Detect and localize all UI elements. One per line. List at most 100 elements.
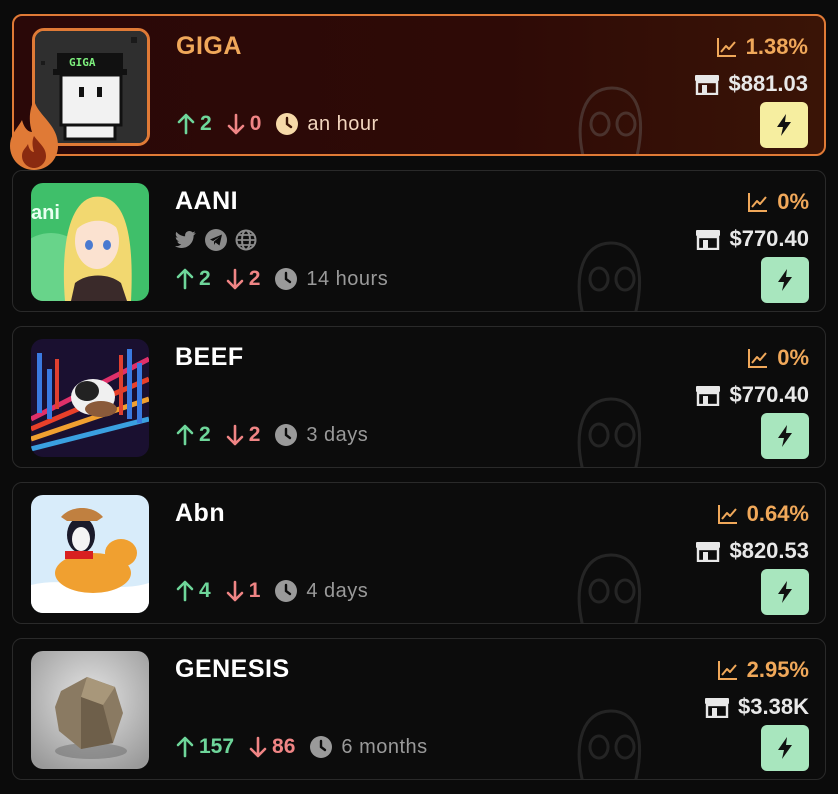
token-stats: 4 1 4 days bbox=[175, 579, 368, 603]
store-icon bbox=[696, 386, 721, 406]
quick-buy-button[interactable] bbox=[761, 725, 809, 771]
quick-buy-button[interactable] bbox=[761, 413, 809, 459]
lightning-icon bbox=[778, 425, 792, 447]
lightning-icon bbox=[778, 581, 792, 603]
token-metrics: 2.95% $3.38K bbox=[704, 653, 809, 727]
arrow-up-icon bbox=[177, 113, 195, 135]
market-cap: $3.38K bbox=[704, 687, 809, 727]
ghost-watermark-icon bbox=[578, 86, 642, 154]
token-name[interactable]: GIGA bbox=[176, 32, 242, 61]
ghost-watermark-icon bbox=[577, 241, 641, 311]
token-card-genesis[interactable]: GENESIS 157 86 6 months 2.95% $3.38K bbox=[12, 638, 826, 780]
store-icon bbox=[696, 542, 721, 562]
upvote-count: 2 bbox=[200, 112, 212, 135]
arrow-down-icon bbox=[249, 736, 267, 758]
ghost-watermark-icon bbox=[577, 709, 641, 779]
store-icon bbox=[705, 698, 730, 718]
globe-icon[interactable] bbox=[235, 229, 257, 251]
price-change-value: 1.38% bbox=[745, 34, 808, 59]
ghost-watermark-icon bbox=[577, 553, 641, 623]
arrow-up-icon bbox=[176, 424, 194, 446]
lightning-icon bbox=[778, 737, 792, 759]
upvotes[interactable]: 2 bbox=[175, 267, 211, 291]
time-text: 4 days bbox=[306, 579, 369, 602]
arrow-down-icon bbox=[226, 580, 243, 602]
upvote-count: 157 bbox=[199, 735, 235, 758]
price-change: 0.64% bbox=[695, 497, 809, 531]
downvotes[interactable]: 86 bbox=[248, 735, 295, 759]
token-name[interactable]: Abn bbox=[175, 499, 225, 528]
token-name[interactable]: BEEF bbox=[175, 343, 244, 372]
arrow-up-icon bbox=[176, 736, 194, 758]
upvotes[interactable]: 2 bbox=[176, 112, 212, 136]
market-cap-value: $770.40 bbox=[729, 382, 809, 407]
price-change: 0% bbox=[695, 185, 809, 219]
quick-buy-button[interactable] bbox=[761, 257, 809, 303]
token-image-beef bbox=[31, 339, 149, 457]
quick-buy-button[interactable] bbox=[761, 569, 809, 615]
upvote-count: 4 bbox=[199, 579, 211, 602]
token-list: GIGA GIGA 2 0 an hour 1.38% $881.03 ani … bbox=[0, 0, 838, 794]
price-change-value: 0.64% bbox=[746, 501, 809, 526]
arrow-up-icon bbox=[176, 580, 194, 602]
quick-buy-button[interactable] bbox=[760, 102, 808, 148]
token-image-aani: ani bbox=[31, 183, 149, 301]
token-stats: 2 2 3 days bbox=[175, 423, 368, 447]
created-time: 4 days bbox=[274, 579, 368, 603]
token-metrics: 0% $770.40 bbox=[695, 341, 809, 415]
store-icon bbox=[695, 75, 720, 95]
market-cap: $881.03 bbox=[694, 64, 808, 104]
market-cap-value: $820.53 bbox=[729, 538, 809, 563]
upvotes[interactable]: 4 bbox=[175, 579, 211, 603]
price-change: 1.38% bbox=[694, 30, 808, 64]
time-text: 14 hours bbox=[306, 267, 389, 290]
token-card-aani[interactable]: ani AANI 2 2 14 hours 0% $770.40 bbox=[12, 170, 826, 312]
chart-line-icon bbox=[717, 505, 737, 524]
giga-cap-text: GIGA bbox=[69, 56, 96, 69]
upvote-count: 2 bbox=[199, 423, 211, 446]
arrow-down-icon bbox=[227, 113, 244, 135]
ghost-watermark-icon bbox=[577, 397, 641, 467]
twitter-icon[interactable] bbox=[175, 229, 197, 251]
token-stats: 157 86 6 months bbox=[175, 735, 428, 759]
created-time: 3 days bbox=[274, 423, 368, 447]
downvote-count: 0 bbox=[249, 112, 262, 135]
token-name[interactable]: GENESIS bbox=[175, 655, 290, 684]
downvote-count: 86 bbox=[272, 735, 296, 758]
market-cap-value: $770.40 bbox=[729, 226, 809, 251]
token-card-abn[interactable]: Abn 4 1 4 days 0.64% $820.53 bbox=[12, 482, 826, 624]
token-image-genesis bbox=[31, 651, 149, 769]
token-stats: 2 2 14 hours bbox=[175, 267, 388, 291]
token-card-giga[interactable]: GIGA GIGA 2 0 an hour 1.38% $881.03 bbox=[12, 14, 826, 156]
token-image-abn bbox=[31, 495, 149, 613]
downvote-count: 2 bbox=[248, 267, 261, 290]
telegram-icon[interactable] bbox=[205, 229, 227, 251]
price-change-value: 2.95% bbox=[746, 657, 809, 682]
upvotes[interactable]: 157 bbox=[175, 735, 234, 759]
store-icon bbox=[696, 230, 721, 250]
arrow-down-icon bbox=[226, 424, 243, 446]
created-time: 6 months bbox=[309, 735, 427, 759]
downvotes[interactable]: 1 bbox=[225, 579, 261, 603]
price-change: 2.95% bbox=[704, 653, 809, 687]
downvote-count: 2 bbox=[248, 423, 261, 446]
price-change-value: 0% bbox=[777, 189, 809, 214]
chart-line-icon bbox=[717, 661, 737, 680]
chart-line-icon bbox=[748, 349, 768, 368]
token-card-beef[interactable]: BEEF 2 2 3 days 0% $770.40 bbox=[12, 326, 826, 468]
token-name[interactable]: AANI bbox=[175, 187, 238, 216]
token-stats: 2 0 an hour bbox=[176, 112, 379, 136]
downvotes[interactable]: 2 bbox=[225, 423, 261, 447]
time-text: 6 months bbox=[341, 735, 428, 758]
chart-line-icon bbox=[748, 193, 768, 212]
downvote-count: 1 bbox=[248, 579, 261, 602]
market-cap: $770.40 bbox=[695, 375, 809, 415]
upvotes[interactable]: 2 bbox=[175, 423, 211, 447]
lightning-icon bbox=[777, 114, 791, 136]
price-change: 0% bbox=[695, 341, 809, 375]
chart-line-icon bbox=[716, 38, 736, 57]
social-links bbox=[175, 229, 257, 251]
downvotes[interactable]: 0 bbox=[226, 112, 262, 136]
price-change-value: 0% bbox=[777, 345, 809, 370]
downvotes[interactable]: 2 bbox=[225, 267, 261, 291]
